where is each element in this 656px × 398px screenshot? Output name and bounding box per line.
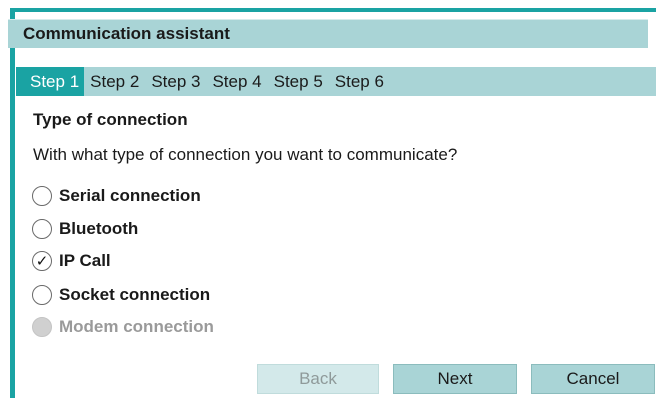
- radio-unchecked-icon[interactable]: [32, 186, 52, 206]
- option-socket-connection[interactable]: Socket connection: [32, 283, 210, 307]
- option-serial-connection[interactable]: Serial connection: [32, 184, 201, 208]
- option-label: IP Call: [59, 251, 111, 270]
- option-bluetooth[interactable]: Bluetooth: [32, 217, 138, 241]
- radio-checked-icon[interactable]: ✓: [32, 251, 52, 271]
- option-ip-call[interactable]: ✓ IP Call: [32, 249, 111, 273]
- tab-step-5[interactable]: Step 5: [268, 67, 329, 96]
- checkmark-icon: ✓: [35, 253, 49, 270]
- radio-unchecked-icon[interactable]: [32, 219, 52, 239]
- radio-unchecked-icon[interactable]: [32, 285, 52, 305]
- tab-step-4[interactable]: Step 4: [206, 67, 267, 96]
- cancel-button[interactable]: Cancel: [531, 364, 655, 394]
- section-title: Type of connection: [33, 110, 188, 129]
- tab-step-6[interactable]: Step 6: [329, 67, 390, 96]
- option-modem-connection: Modem connection: [32, 315, 214, 339]
- option-label: Modem connection: [59, 317, 214, 336]
- option-label: Bluetooth: [59, 219, 139, 238]
- next-button[interactable]: Next: [393, 364, 517, 394]
- tab-step-2[interactable]: Step 2: [84, 67, 145, 96]
- step-bar: Step 1 Step 2 Step 3 Step 4 Step 5 Step …: [16, 67, 656, 96]
- radio-disabled-icon: [32, 317, 52, 337]
- option-label: Serial connection: [59, 186, 201, 205]
- question-text: With what type of connection you want to…: [33, 145, 458, 164]
- tab-step-3[interactable]: Step 3: [145, 67, 206, 96]
- option-label: Socket connection: [59, 285, 211, 304]
- window-title: Communication assistant: [8, 19, 648, 48]
- back-button: Back: [257, 364, 379, 394]
- tab-step-1[interactable]: Step 1: [16, 67, 85, 96]
